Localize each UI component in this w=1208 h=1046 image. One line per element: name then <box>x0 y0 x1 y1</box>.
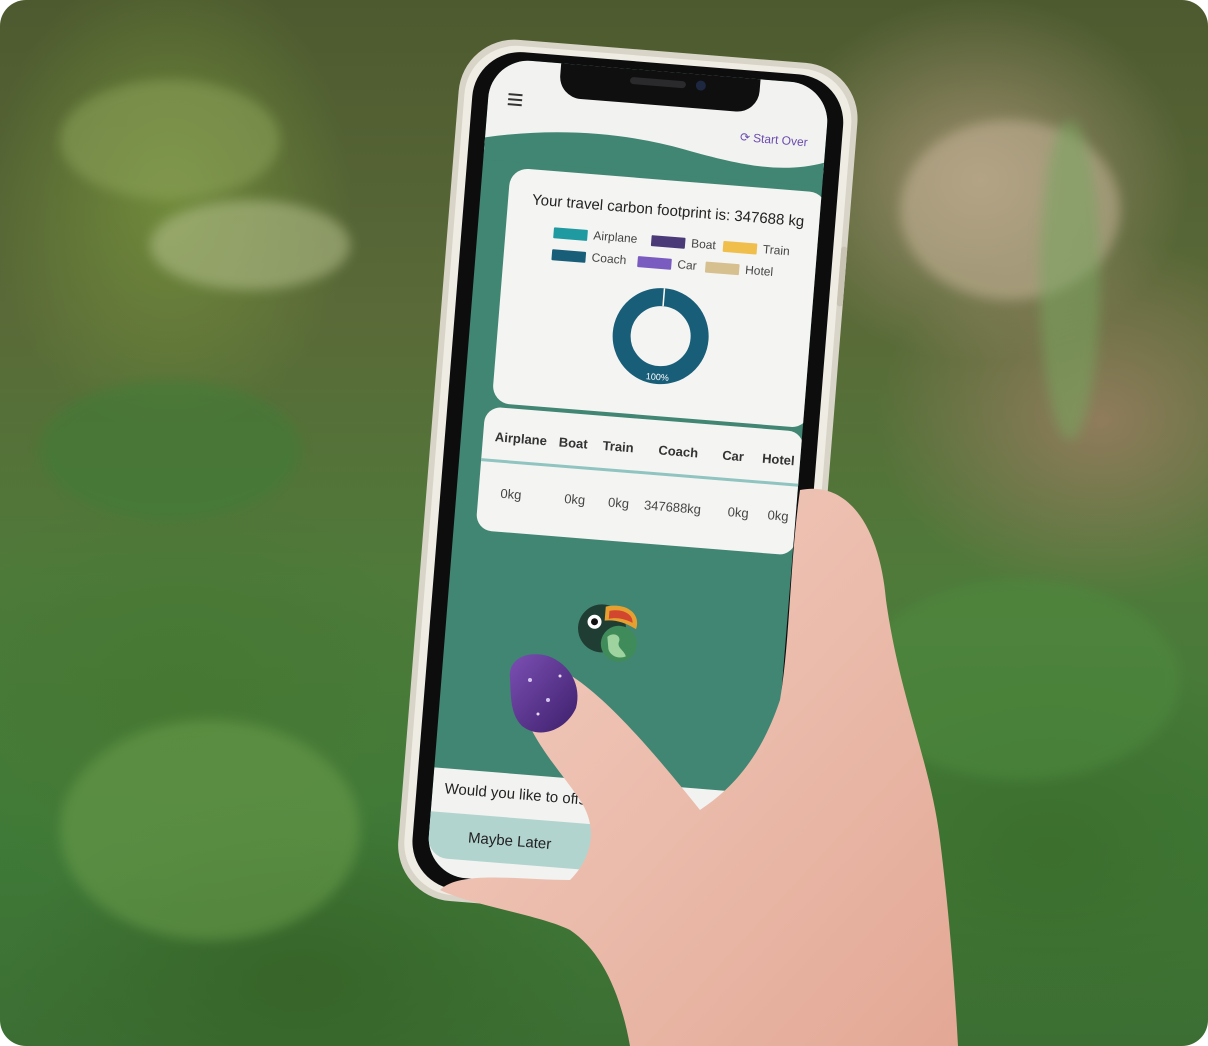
legend-item-boat[interactable]: Boat <box>650 233 717 253</box>
donut-slice-coach <box>612 288 709 385</box>
refresh-icon: ⟳ <box>739 129 751 145</box>
hamburger-menu-icon[interactable] <box>507 93 523 107</box>
legend-label: Boat <box>690 236 717 253</box>
legend-item-train[interactable]: Train <box>722 239 791 259</box>
legend-item-hotel[interactable]: Hotel <box>704 260 774 279</box>
table-header-cell: Coach <box>657 442 699 461</box>
table-cell: 0kg <box>499 485 523 503</box>
footprint-donut-chart: 100% <box>612 288 709 385</box>
maybe-later-button[interactable]: Maybe Later <box>427 811 593 871</box>
legend-swatch <box>650 234 686 249</box>
legend-item-coach[interactable]: Coach <box>551 247 627 267</box>
table-cell: 0kg <box>607 494 630 512</box>
footprint-chart-card: Your travel carbon footprint is: 347688 … <box>491 167 828 429</box>
table-header-cell: Boat <box>558 434 589 452</box>
table-header-cell: Train <box>602 437 635 456</box>
legend-item-car[interactable]: Car <box>637 254 697 273</box>
table-cell: 0kg <box>727 504 750 521</box>
table-header-cell: Car <box>721 447 745 465</box>
legend-item-airplane[interactable]: Airplane <box>553 225 638 246</box>
table-header-cell: Hotel <box>761 450 796 469</box>
legend-swatch <box>704 261 740 275</box>
legend-swatch <box>553 226 588 241</box>
footprint-table-card: Airplane Boat Train Coach Car Hotel 0kg 0kg 0kg… <box>475 406 805 556</box>
legend-label: Hotel <box>744 262 774 279</box>
front-camera <box>695 80 707 91</box>
table-header-cell: Airplane <box>494 429 548 449</box>
table-cell: 347688kg <box>643 497 702 517</box>
legend-label: Train <box>762 242 791 259</box>
table-cell: 0kg <box>563 490 586 508</box>
legend-label: Airplane <box>592 228 638 246</box>
legend-swatch <box>637 255 672 270</box>
speaker-grille <box>629 76 687 89</box>
table-cell: 0kg <box>767 507 790 524</box>
legend-label: Car <box>676 257 698 273</box>
toucan-globe-mascot <box>578 604 638 662</box>
table-divider <box>481 458 801 487</box>
legend-swatch <box>551 248 587 263</box>
chart-legend: Airplane Boat Train Coach Car Hotel <box>551 225 803 279</box>
footprint-title: Your travel carbon footprint is: 347688 … <box>531 191 805 231</box>
legend-swatch <box>722 240 758 255</box>
phone-screen: ⟳ Start Over Your travel carbon footprint… <box>425 57 831 903</box>
legend-label: Coach <box>591 250 627 268</box>
donut-percent-label: 100% <box>645 371 669 383</box>
offset-question: Would you like to offset yo <box>443 780 620 812</box>
